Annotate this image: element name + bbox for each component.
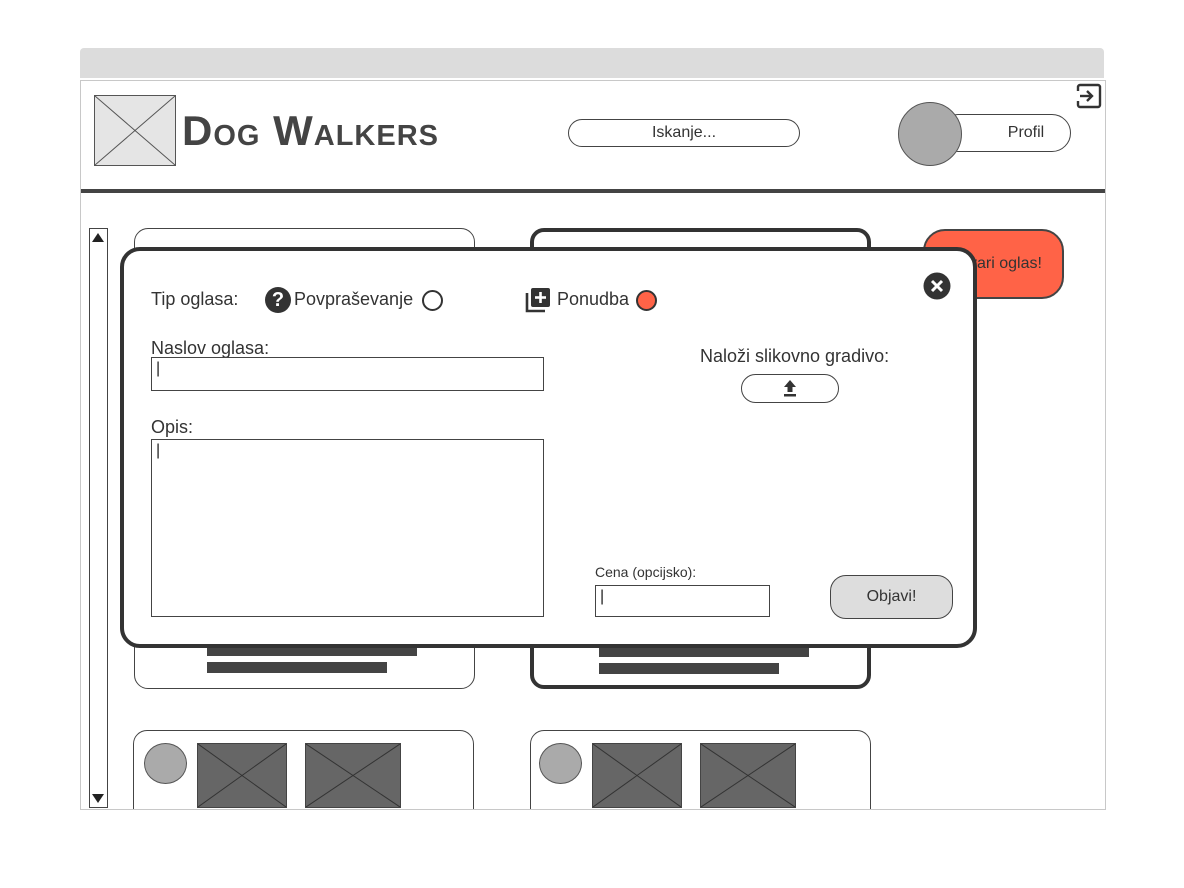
question-icon: ? [265, 287, 291, 313]
close-icon[interactable] [923, 272, 951, 300]
upload-button[interactable] [741, 374, 839, 403]
image-placeholder [197, 743, 287, 808]
upload-icon [784, 380, 796, 397]
placeholder-cross-icon [700, 743, 796, 808]
post-card[interactable] [530, 730, 871, 809]
create-post-modal: Tip oglasa: ? Povpraševanje Ponudba Nasl… [120, 247, 977, 648]
radio-request[interactable] [422, 290, 443, 311]
scroll-down-icon[interactable] [92, 794, 104, 803]
image-placeholder [592, 743, 682, 808]
vertical-scrollbar[interactable] [89, 228, 108, 808]
avatar [144, 743, 187, 784]
price-label: Cena (opcijsko): [595, 564, 697, 580]
logo-image-placeholder [94, 95, 176, 166]
text-line-placeholder [599, 663, 779, 674]
description-textarea[interactable]: | [151, 439, 544, 617]
logout-icon[interactable] [1076, 83, 1102, 109]
scroll-up-icon[interactable] [92, 233, 104, 242]
post-type-label: Tip oglasa: [151, 289, 239, 309]
avatar [539, 743, 582, 784]
image-placeholder [700, 743, 796, 808]
text-line-placeholder [207, 662, 387, 673]
image-placeholder [305, 743, 401, 808]
profile-button-label: Profil [1007, 124, 1045, 141]
option-request-label: Povpraševanje [294, 289, 414, 309]
price-input[interactable]: | [595, 585, 770, 617]
upload-label: Naloži slikovno gradivo: [700, 346, 890, 366]
placeholder-cross-icon [592, 743, 682, 808]
post-card[interactable] [133, 730, 474, 809]
radio-offer[interactable] [636, 290, 657, 311]
placeholder-cross-icon [197, 743, 287, 808]
placeholder-cross-icon [305, 743, 401, 808]
title-label: Naslov oglasa: [151, 338, 270, 358]
avatar[interactable] [898, 102, 962, 166]
header-divider [81, 189, 1105, 193]
description-label: Opis: [151, 417, 194, 437]
publish-button[interactable]: Objavi! [830, 575, 953, 619]
title-input[interactable]: | [151, 357, 544, 391]
placeholder-cross-icon [94, 95, 176, 166]
window-title-bar [80, 48, 1104, 78]
search-input[interactable]: Iskanje... [568, 119, 800, 147]
library-add-icon [525, 288, 550, 313]
brand-title: Dog Walkers [182, 107, 439, 154]
option-offer-label: Ponudba [557, 289, 630, 309]
